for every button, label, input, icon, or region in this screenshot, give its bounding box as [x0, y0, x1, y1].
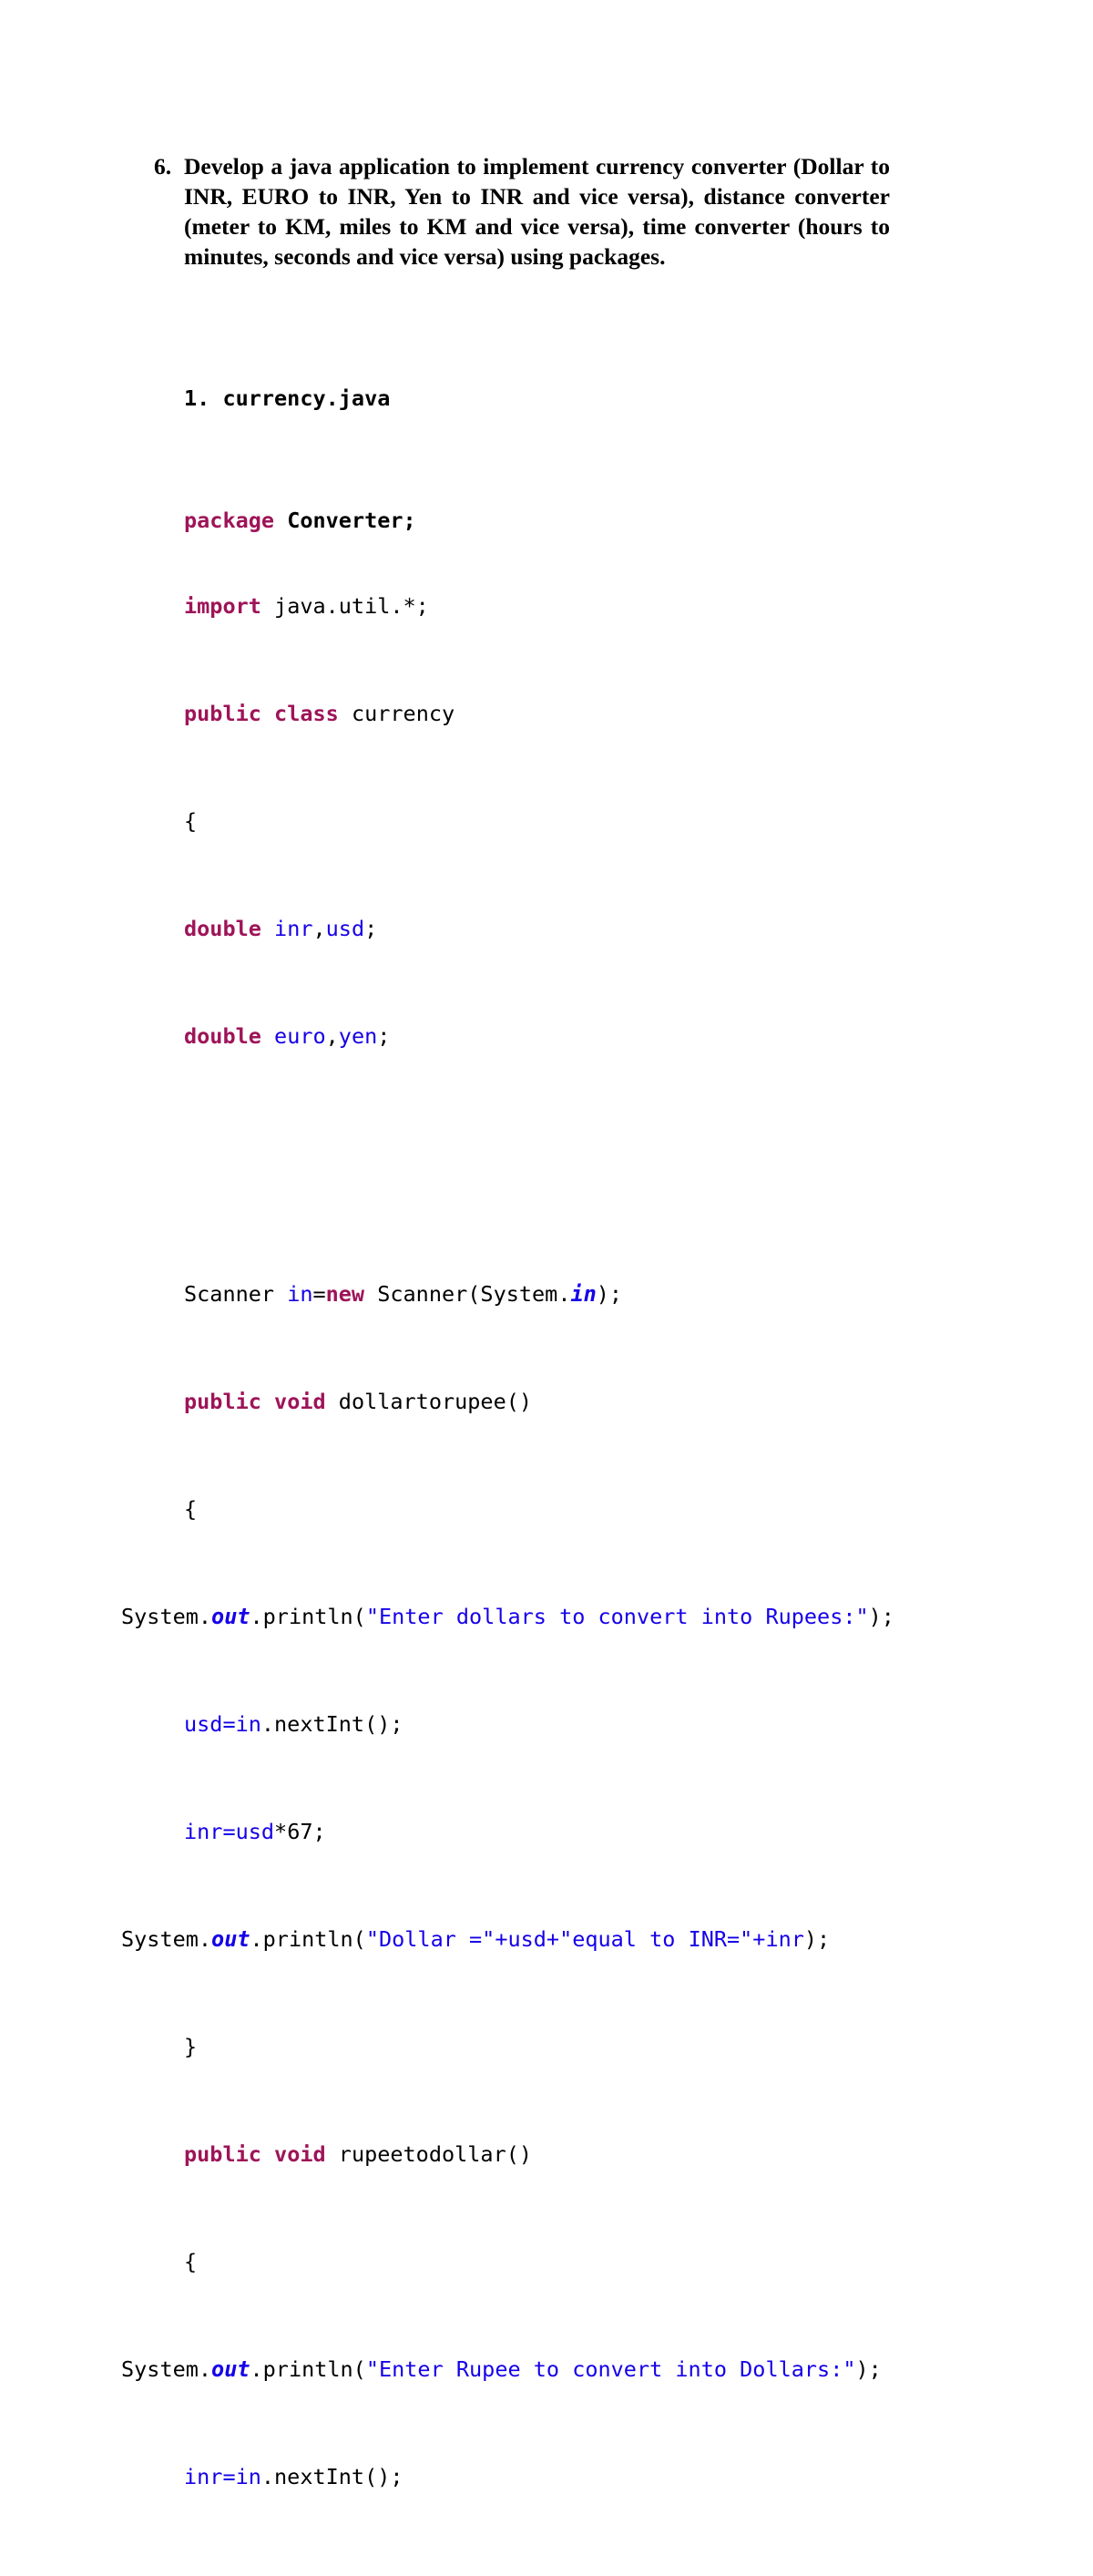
statement-end: );: [855, 2356, 882, 2382]
sysout-prefix: System.: [121, 1926, 212, 1952]
nextint-call: .nextInt();: [260, 1711, 403, 1737]
scanner-variable: in: [287, 1281, 313, 1307]
code-line-println-dollar-equal: System.out.println("Dollar ="+usd+"equal…: [121, 1926, 941, 1952]
sysout-prefix: System.: [121, 2356, 212, 2382]
system-in-field: in: [570, 1281, 597, 1307]
open-brace: {: [184, 2249, 198, 2274]
code-line-method-dollartorupee: public void dollartorupee(): [121, 1391, 941, 1413]
code-line-read-inr: inr=in.nextInt();: [121, 2464, 941, 2489]
method-name: rupeetodollar(): [338, 2141, 533, 2167]
variable-inr: inr: [274, 915, 313, 941]
keyword-public: public: [184, 1389, 261, 1414]
comma: ,: [325, 1022, 339, 1049]
code-line-double-inr-usd: double inr,usd;: [121, 915, 941, 941]
println-call: .println(: [250, 1604, 366, 1629]
sysout-prefix: System.: [121, 1604, 212, 1629]
question-text: Develop a java application to implement …: [184, 153, 890, 270]
string-literal-part1: "Enter Rupee to convert into: [365, 2356, 727, 2382]
question-heading: 6. Develop a java application to impleme…: [154, 151, 890, 272]
statement-end: );: [868, 1604, 894, 1629]
semicolon: ;: [377, 1022, 391, 1049]
semicolon: ;: [364, 915, 378, 941]
close-brace: }: [184, 2034, 198, 2059]
scanner-constructor: Scanner(System.: [364, 1281, 571, 1307]
open-brace: {: [184, 1496, 198, 1522]
code-line-method1-close-brace: }: [121, 2034, 941, 2059]
question-number: 6.: [154, 153, 172, 180]
code-line-println-enter-dollars: System.out.println("Enter dollars to con…: [121, 1606, 941, 1628]
string-literal-part1: "Enter dollars to convert into: [365, 1604, 753, 1629]
keyword-new: new: [325, 1281, 365, 1307]
import-name: java.util.*;: [274, 592, 429, 619]
assign-operator: =: [312, 1281, 326, 1307]
system-out-field: out: [211, 1926, 250, 1952]
statement-end: );: [803, 1926, 831, 1952]
code-line-class-open-brace: {: [121, 807, 941, 834]
keyword-void: void: [274, 1389, 326, 1414]
code-line-class-decl: public class currency: [121, 703, 941, 725]
code-line-method2-open-brace: {: [121, 2249, 941, 2274]
code-line-println-enter-rupee: System.out.println("Enter Rupee to conve…: [121, 2356, 941, 2382]
class-name: currency: [351, 700, 455, 726]
keyword-double: double: [184, 1022, 261, 1049]
variable-inr-assign: inr=usd: [184, 1819, 275, 1844]
code-line-double-euro-yen: double euro,yen;: [121, 1022, 941, 1049]
keyword-package: package: [184, 507, 275, 533]
code-line-method-rupeetodollar: public void rupeetodollar(): [121, 2141, 941, 2167]
method-name: dollartorupee(): [338, 1389, 533, 1414]
open-brace: {: [184, 807, 198, 834]
keyword-double: double: [184, 915, 261, 941]
keyword-class: class: [274, 700, 339, 726]
println-call: .println(: [250, 1926, 366, 1952]
keyword-import: import: [184, 592, 261, 619]
code-line-package: package Converter;: [121, 507, 941, 533]
scanner-type: Scanner: [184, 1281, 288, 1307]
code-listing: 1. currency.java package Converter; impo…: [121, 323, 941, 2574]
variable-yen: yen: [338, 1022, 378, 1049]
code-line-calc-inr: inr=usd*67;: [121, 1819, 941, 1844]
system-out-field: out: [211, 1604, 250, 1629]
nextint-call: .nextInt();: [260, 2464, 403, 2489]
keyword-void: void: [274, 2141, 326, 2167]
file-heading: 1. currency.java: [184, 385, 391, 411]
println-call: .println(: [250, 2356, 366, 2382]
comma: ,: [312, 915, 326, 941]
document-page: 6. Develop a java application to impleme…: [0, 0, 1093, 2488]
system-out-field: out: [211, 2356, 250, 2382]
keyword-public: public: [184, 2141, 261, 2167]
string-literal-part2: Rupees:": [765, 1604, 869, 1629]
variable-usd-assign: usd=in: [184, 1711, 261, 1737]
statement-end: );: [596, 1281, 623, 1307]
string-literal-part2: INR="+inr: [688, 1926, 804, 1952]
keyword-public: public: [184, 700, 261, 726]
package-name: Converter;: [287, 507, 416, 533]
code-line-method1-open-brace: {: [121, 1496, 941, 1522]
code-line-import: import java.util.*;: [121, 592, 941, 619]
code-line-read-usd: usd=in.nextInt();: [121, 1711, 941, 1737]
variable-inr-assign: inr=in: [184, 2464, 261, 2489]
multiply-expression: *67;: [274, 1819, 326, 1844]
variable-usd: usd: [325, 915, 365, 941]
variable-euro: euro: [274, 1022, 326, 1049]
string-literal-part1: "Dollar ="+usd+"equal to: [365, 1926, 676, 1952]
code-line-scanner: Scanner in=new Scanner(System.in);: [121, 1281, 941, 1307]
string-literal-part2: Dollars:": [740, 2356, 856, 2382]
